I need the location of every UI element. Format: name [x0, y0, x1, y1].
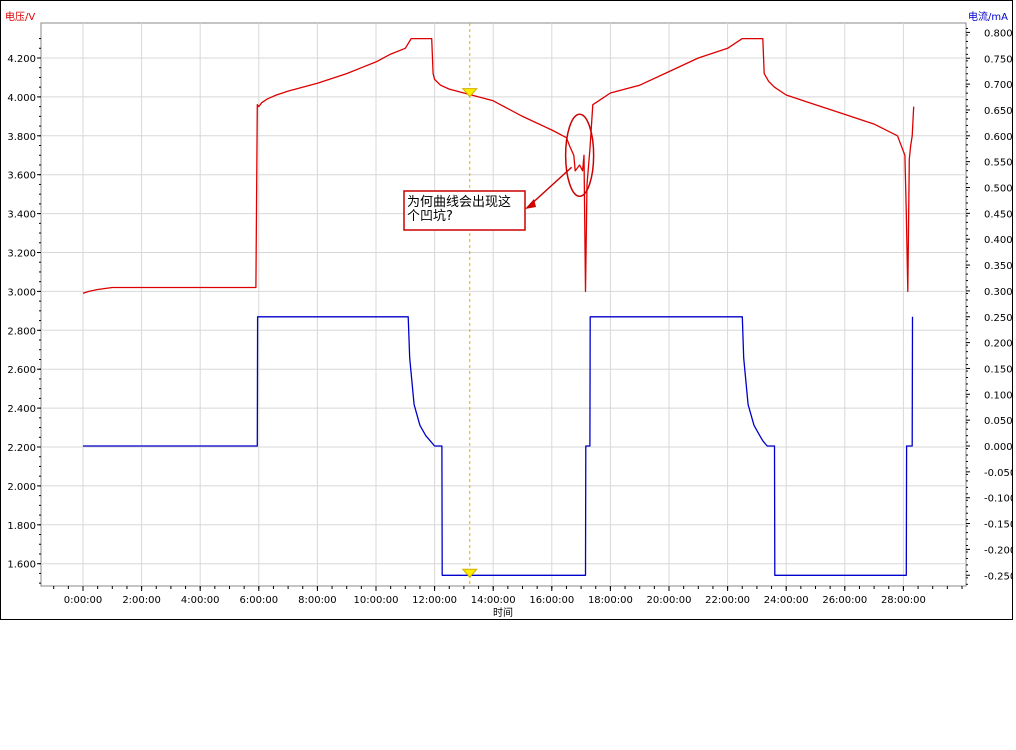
y-right-tick-label: 0.050 [984, 416, 1012, 427]
y-left-tick-label: 1.800 [7, 521, 36, 532]
x-tick-label: 14:00:00 [471, 595, 516, 606]
x-tick-label: 26:00:00 [822, 595, 867, 606]
y-right-label: 电流/mA [968, 10, 1008, 23]
x-axis: 0:00:00 2:00:00 4:00:00 6:00:00 8:00:00 10:00… [53, 586, 963, 606]
y-right-tick-label: 0.800 [984, 28, 1012, 39]
y-left-tick-label: 3.600 [7, 171, 36, 182]
callout-text-line: 为何曲线会出现这 [407, 194, 511, 210]
x-tick-label: 24:00:00 [764, 595, 809, 606]
x-axis-label: 时间 [493, 606, 513, 619]
plot-area [40, 22, 967, 587]
y-right-tick-label: 0.400 [984, 235, 1012, 246]
y-left-tick-label: 1.600 [7, 560, 36, 571]
y-right-tick-label: 0.350 [984, 261, 1012, 272]
y-right-tick-label: 0.750 [984, 54, 1012, 65]
y-left-tick-label: 3.800 [7, 132, 36, 143]
x-tick-label: 2:00:00 [122, 595, 161, 606]
y-left-tick-label: 4.000 [7, 93, 36, 104]
y-left-tick-label: 4.200 [7, 54, 36, 65]
y-right-tick-label: 0.550 [984, 158, 1012, 169]
y-left-tick-label: 3.000 [7, 287, 36, 298]
y-right-tick-label: -0.150 [984, 520, 1012, 531]
x-tick-label: 8:00:00 [298, 595, 337, 606]
x-tick-label: 16:00:00 [529, 595, 574, 606]
y-right-tick-label: 0.250 [984, 313, 1012, 324]
x-tick-label: 6:00:00 [240, 595, 279, 606]
x-tick-label: 20:00:00 [647, 595, 692, 606]
left-axis: 1.600 1.800 2.000 2.200 2.400 2.600 2.800 3.000… [7, 38, 41, 584]
y-right-tick-label: -0.250 [984, 571, 1012, 582]
y-right-tick-label: 0.500 [984, 184, 1012, 195]
x-tick-label: 0:00:00 [64, 595, 103, 606]
y-right-tick-label: 0.150 [984, 364, 1012, 375]
y-right-tick-label: 0.450 [984, 209, 1012, 220]
y-left-tick-label: 2.800 [7, 326, 36, 337]
y-right-tick-label: 0.100 [984, 390, 1012, 401]
x-tick-label: 10:00:00 [354, 595, 399, 606]
y-left-tick-label: 3.400 [7, 210, 36, 221]
right-axis: 0.800 0.750 0.700 0.650 0.600 0.550 0.500 0.450… [966, 28, 1012, 585]
callout-text-line: 个凹坑? [407, 209, 453, 224]
y-right-tick-label: -0.200 [984, 545, 1012, 556]
y-left-tick-label: 2.600 [7, 365, 36, 376]
y-left-tick-label: 3.200 [7, 249, 36, 260]
y-right-tick-label: -0.100 [984, 494, 1012, 505]
y-right-tick-label: 0.300 [984, 287, 1012, 298]
y-right-tick-label: -0.050 [984, 468, 1012, 479]
y-right-tick-label: 0.650 [984, 106, 1012, 117]
y-right-tick-label: 0.700 [984, 80, 1012, 91]
voltage-current-chart: 1.600 1.800 2.000 2.200 2.400 2.600 2.800 3.000… [5, 10, 1012, 619]
y-left-tick-label: 2.400 [7, 404, 36, 415]
y-right-tick-label: 0.600 [984, 132, 1012, 143]
x-tick-label: 28:00:00 [881, 595, 926, 606]
y-right-tick-label: 0.000 [984, 442, 1012, 453]
y-left-tick-label: 2.200 [7, 443, 36, 454]
x-tick-label: 12:00:00 [412, 595, 457, 606]
y-right-tick-label: 0.200 [984, 339, 1012, 350]
y-left-label: 电压/V [5, 10, 35, 23]
x-tick-label: 4:00:00 [181, 595, 220, 606]
x-tick-label: 22:00:00 [705, 595, 750, 606]
chart-frame: 1.600 1.800 2.000 2.200 2.400 2.600 2.800 3.000… [0, 0, 1013, 620]
x-tick-label: 18:00:00 [588, 595, 633, 606]
y-left-tick-label: 2.000 [7, 482, 36, 493]
